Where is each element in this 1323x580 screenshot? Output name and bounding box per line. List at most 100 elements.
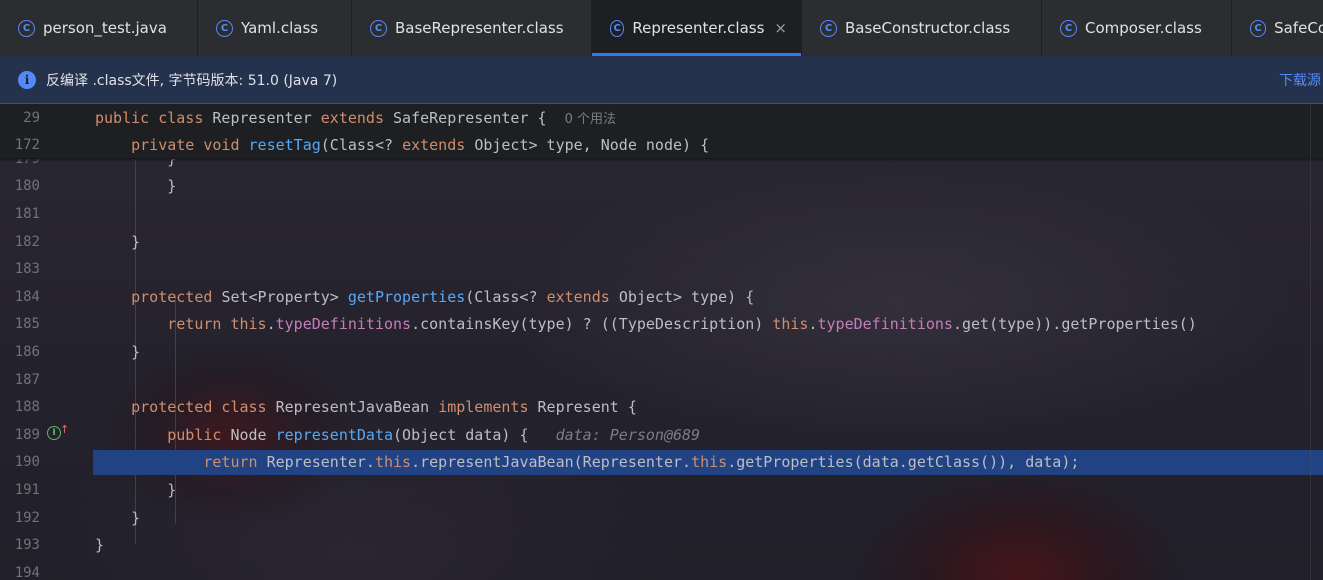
code-text: } — [95, 481, 176, 499]
code-line[interactable]: 187 — [0, 366, 1323, 394]
tab-label: Composer.class — [1085, 19, 1202, 37]
code-token: implements — [438, 398, 538, 417]
code-token: extends — [402, 136, 475, 155]
line-number: 29 — [23, 109, 40, 126]
code-token: protected class — [131, 398, 276, 417]
code-text: } — [95, 509, 140, 527]
code-line[interactable]: 180 } — [0, 173, 1323, 201]
code-token: } — [95, 480, 177, 499]
line-number: 185 — [14, 316, 40, 333]
tab-label: Representer.class — [632, 19, 765, 37]
code-line[interactable]: 185 return this.typeDefinitions.contains… — [0, 311, 1323, 339]
line-number: 194 — [14, 564, 40, 580]
tab-composer-class[interactable]: C Composer.class — [1042, 0, 1232, 56]
code-token: } — [95, 508, 141, 527]
code-token: } — [95, 342, 141, 361]
code-token: protected — [131, 287, 222, 306]
download-sources-link[interactable]: 下载源 — [1279, 70, 1323, 90]
code-token: this — [374, 453, 412, 472]
sticky-header-shadow — [0, 158, 1323, 162]
tab-label: person_test.java — [43, 19, 167, 37]
code-token: } — [95, 536, 105, 555]
code-token: extends — [320, 109, 394, 128]
tab-person-test-java[interactable]: Cperson_test.java — [0, 0, 198, 56]
code-text: } — [95, 343, 140, 361]
code-token: .getProperties(data.getClass()), data); — [727, 453, 1080, 472]
code-token: Object> type) { — [618, 287, 755, 306]
code-token: } — [95, 232, 141, 251]
class-icon: C — [216, 19, 233, 37]
code-text: private void resetTag(Class<? extends Ob… — [95, 136, 709, 154]
class-icon: C — [370, 19, 387, 37]
line-number: 189 — [14, 426, 40, 443]
code-token: Representer. — [266, 453, 375, 472]
sticky-scope-header[interactable]: 29 public class Representer extends SafeR… — [0, 104, 1323, 159]
code-line[interactable]: 194 — [0, 559, 1323, 580]
class-icon: C — [820, 19, 837, 37]
line-number: 182 — [14, 233, 40, 250]
code-editor[interactable]: 179 }180 }181182 }183184 protected Set<P… — [0, 104, 1323, 580]
code-token: resetTag — [248, 136, 321, 155]
code-line[interactable]: 184 protected Set<Property> getPropertie… — [0, 283, 1323, 311]
code-token: (Object data) { — [393, 425, 556, 444]
code-token: Set<Property> — [221, 287, 348, 306]
code-line[interactable]: 188 protected class RepresentJavaBean im… — [0, 393, 1323, 421]
line-number: 183 — [14, 261, 40, 278]
code-text: protected Set<Property> getProperties(Cl… — [95, 288, 754, 306]
tab-safeco[interactable]: C SafeCo — [1232, 0, 1323, 56]
code-text: public Node representData(Object data) {… — [95, 426, 700, 444]
line-number: 172 — [14, 137, 40, 154]
editor-scrollbar[interactable] — [1310, 104, 1323, 580]
line-number: 192 — [14, 509, 40, 526]
implements-method-icon[interactable]: I — [47, 426, 61, 440]
code-line[interactable]: 182 } — [0, 228, 1323, 256]
code-line[interactable]: 190 return Representer.this.representJav… — [0, 449, 1323, 477]
code-token: this — [691, 453, 728, 472]
line-number: 188 — [14, 399, 40, 416]
code-token: private void — [131, 136, 249, 155]
tab-label: BaseConstructor.class — [845, 19, 1011, 37]
code-line[interactable]: 189 I ↑ public Node representData(Object d… — [0, 421, 1323, 449]
code-token: .get(type)).getProperties() — [952, 315, 1197, 334]
code-text: } — [95, 177, 176, 195]
line-number: 193 — [14, 537, 40, 554]
code-line[interactable]: 193} — [0, 531, 1323, 559]
code-text: public class Representer extends SafeRep… — [95, 108, 616, 127]
code-line[interactable]: 181 — [0, 200, 1323, 228]
code-line[interactable]: 186 } — [0, 338, 1323, 366]
code-token: return — [203, 453, 267, 472]
code-text: protected class RepresentJavaBean implem… — [95, 398, 637, 416]
line-number: 180 — [14, 178, 40, 195]
code-line[interactable]: 192 } — [0, 504, 1323, 532]
code-token: public — [167, 425, 231, 444]
code-line[interactable]: 183 — [0, 255, 1323, 283]
line-number: 186 — [14, 343, 40, 360]
line-number: 181 — [14, 205, 40, 222]
code-token: (Class<? — [465, 287, 547, 306]
editor-tab-bar: Cperson_test.java C Yaml.class C BaseReprese… — [0, 0, 1323, 56]
decompiled-info-banner: i 反编译 .class文件, 字节码版本: 51.0 (Java 7) 下载源 — [0, 56, 1323, 104]
java-class-icon: C — [18, 19, 35, 37]
tab-baserepresenter-class[interactable]: C BaseRepresenter.class — [352, 0, 592, 56]
code-line[interactable]: 29 public class Representer extends SafeR… — [0, 104, 1323, 132]
code-token: Represent { — [537, 398, 637, 417]
code-token: typeDefinitions — [817, 315, 953, 334]
code-line[interactable]: 172 private void resetTag(Class<? extend… — [0, 132, 1323, 160]
code-line[interactable]: 191 } — [0, 476, 1323, 504]
info-icon: i — [18, 70, 36, 89]
code-token: } — [95, 177, 177, 196]
close-icon[interactable]: × — [774, 19, 787, 37]
code-token: representData — [275, 425, 394, 444]
class-icon: C — [610, 19, 625, 37]
code-token: public class — [95, 109, 213, 128]
tab-yaml-class[interactable]: C Yaml.class — [198, 0, 352, 56]
tab-baseconstructor-class[interactable]: C BaseConstructor.class — [802, 0, 1042, 56]
tab-representer-class[interactable]: C Representer.class × — [592, 0, 802, 56]
line-number: 191 — [14, 481, 40, 498]
code-token: getProperties — [347, 287, 466, 306]
code-token: Node — [230, 425, 276, 444]
code-token: this — [772, 315, 809, 334]
